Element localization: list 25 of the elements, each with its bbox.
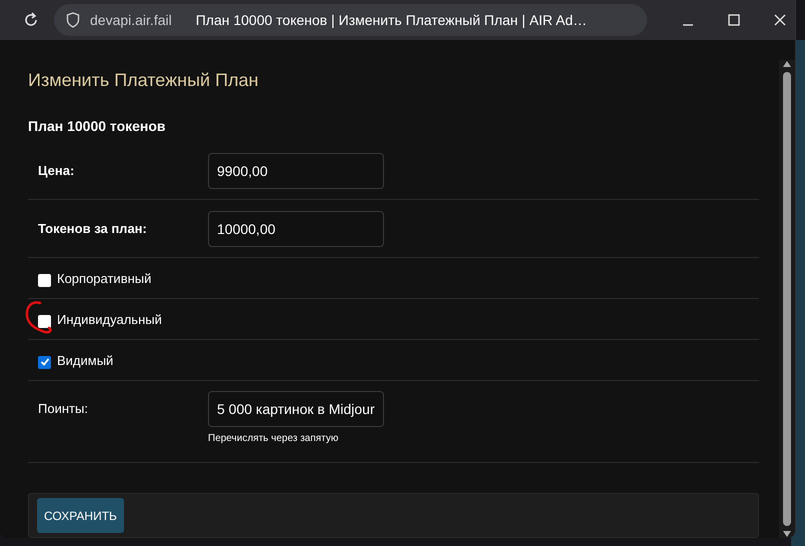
field-hint: Перечислять через запятую: [208, 433, 340, 444]
shield-icon: [66, 12, 80, 28]
checkbox[interactable]: [38, 274, 51, 286]
input-field[interactable]: 5 000 картинок в Midjour: [208, 391, 384, 427]
checkbox-label: Индивидуальный: [57, 312, 162, 326]
field-label: Цена:: [38, 163, 76, 178]
reload-icon[interactable]: [22, 11, 40, 29]
scrollbar[interactable]: [779, 60, 795, 538]
scroll-up-icon[interactable]: [782, 60, 792, 68]
scrollbar-thumb[interactable]: [783, 72, 791, 526]
checkbox[interactable]: [38, 314, 51, 328]
plan-heading: План 10000 токенов: [28, 118, 167, 134]
page-title: План 10000 токенов | Изменить Платежный План | AIR Ad…: [196, 12, 587, 28]
form-title: Изменить Платежный План: [28, 70, 260, 91]
address-bar[interactable]: devapi.air.fail План 10000 токенов | Изменить Платежный План | AIR Ad…: [54, 4, 647, 36]
field-label: Поинты:: [38, 400, 89, 416]
scroll-down-icon[interactable]: [782, 530, 792, 538]
field-label: Токенов за план:: [38, 221, 148, 236]
input-field[interactable]: 10000,00: [208, 210, 384, 246]
checkbox-label: Корпоративный: [57, 270, 152, 286]
checkbox-label: Видимый: [57, 352, 114, 368]
checkbox[interactable]: [38, 356, 51, 368]
save-button[interactable]: СОХРАНИТЬ: [37, 498, 124, 533]
url-text: devapi.air.fail: [90, 12, 172, 28]
input-field[interactable]: 9900,00: [208, 152, 384, 188]
